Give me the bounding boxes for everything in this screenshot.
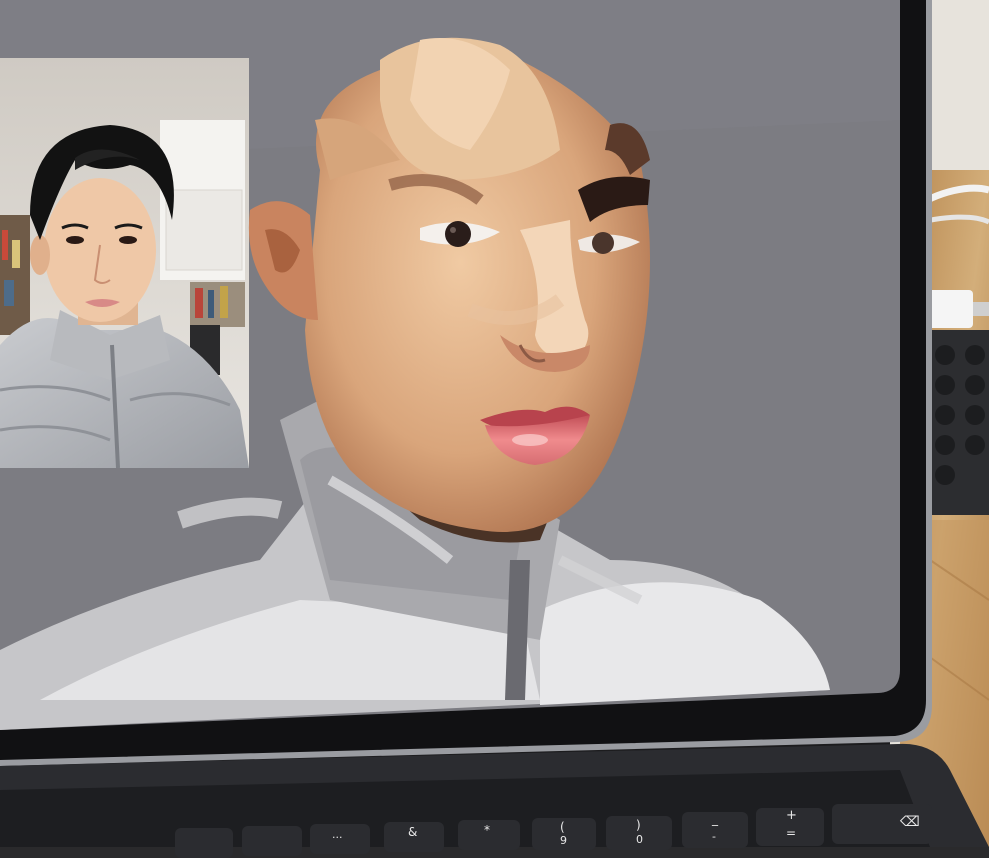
reference-photo (0, 58, 249, 469)
photo-scene (0, 0, 989, 847)
